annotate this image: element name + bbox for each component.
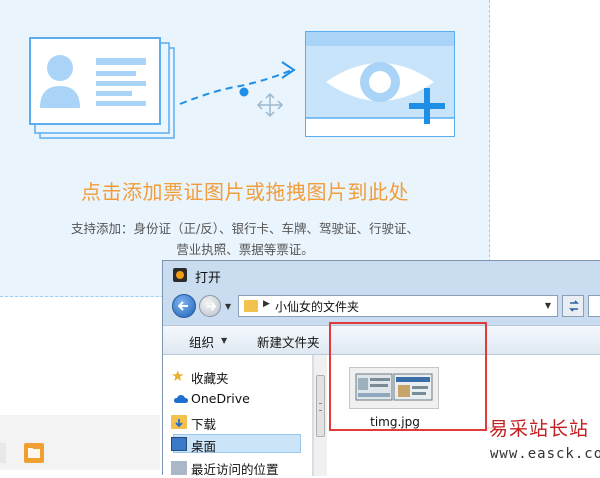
- dialog-title-bar[interactable]: 打开: [163, 261, 600, 291]
- breadcrumb-separator-icon[interactable]: ▶: [263, 299, 270, 309]
- breadcrumb-folder[interactable]: 小仙女的文件夹: [275, 298, 359, 315]
- nav-item-desktop[interactable]: 桌面: [191, 436, 216, 455]
- scrollbar-thumb[interactable]: [316, 375, 325, 437]
- nav-item-favorites[interactable]: 收藏夹: [191, 368, 229, 387]
- star-icon: ★: [171, 367, 185, 385]
- nav-item-recent-places[interactable]: 最近访问的位置: [191, 459, 279, 478]
- left-edge-control: [0, 443, 6, 463]
- refresh-icon: [569, 300, 579, 312]
- upload-title: 点击添加票证图片或拖拽图片到此处: [81, 180, 409, 204]
- open-folder-button[interactable]: [24, 443, 44, 463]
- upload-description-line1: 支持添加：身份证（正/反）、银行卡、车牌、驾驶证、行驶证、: [71, 221, 419, 236]
- id-card-icon: [29, 37, 175, 139]
- upload-dropzone[interactable]: 点击添加票证图片或拖拽图片到此处 支持添加：身份证（正/反）、银行卡、车牌、驾驶…: [0, 0, 490, 297]
- folder-icon: [244, 300, 258, 312]
- nav-scrollbar[interactable]: [313, 355, 327, 476]
- forward-button[interactable]: [199, 295, 221, 317]
- watermark-url: www.easck.com: [490, 446, 600, 462]
- address-dropdown-icon[interactable]: ▼: [545, 301, 551, 310]
- history-dropdown-icon[interactable]: ▼: [225, 302, 231, 311]
- nav-item-onedrive[interactable]: OneDrive: [191, 391, 250, 406]
- cloud-icon: [174, 395, 188, 403]
- recent-places-icon: [171, 461, 187, 475]
- search-input[interactable]: [588, 295, 600, 317]
- move-icon: [256, 92, 284, 118]
- watermark-brand: 易采站长站: [487, 414, 600, 440]
- app-icon: [173, 268, 187, 282]
- upload-description: 支持添加：身份证（正/反）、银行卡、车牌、驾驶证、行驶证、 营业执照、票据等票证…: [30, 218, 460, 260]
- organize-button[interactable]: 组织: [189, 332, 214, 351]
- upload-description-line2: 营业执照、票据等票证。: [176, 242, 314, 257]
- forward-arrow-icon: [206, 302, 216, 311]
- navigation-row: ▼ ▶ 小仙女的文件夹 ▼: [163, 292, 600, 322]
- annotation-highlight-box: [329, 322, 487, 431]
- desktop-icon: [171, 437, 187, 451]
- folder-icon: [28, 448, 40, 458]
- chevron-down-icon: ▼: [221, 336, 228, 345]
- refresh-button[interactable]: [562, 295, 584, 317]
- nav-item-downloads[interactable]: 下载: [191, 414, 216, 433]
- preview-window-icon: [305, 31, 455, 137]
- navigation-pane: ★ 收藏夹 OneDrive 下载 桌面 最近访问的位置: [163, 355, 313, 478]
- drag-arrow-icon: [179, 61, 296, 105]
- address-bar[interactable]: ▶ 小仙女的文件夹 ▼: [238, 295, 558, 317]
- back-arrow-icon: [178, 301, 188, 311]
- new-folder-button[interactable]: 新建文件夹: [257, 332, 320, 351]
- download-folder-icon: [171, 415, 187, 429]
- back-button[interactable]: [172, 294, 196, 318]
- dialog-title: 打开: [195, 271, 222, 286]
- upload-illustration: [29, 31, 455, 139]
